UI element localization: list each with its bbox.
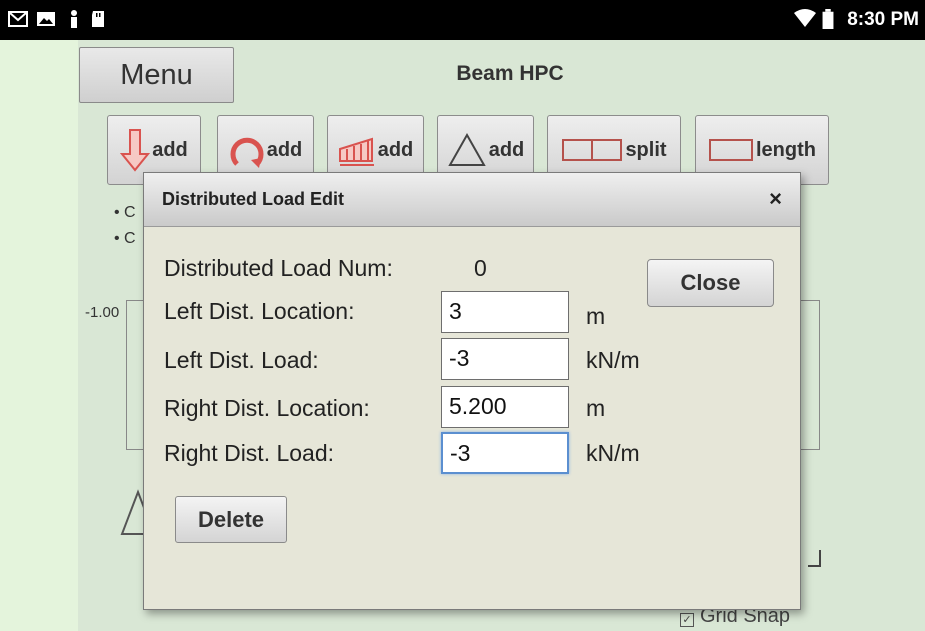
instruction-bullet-2: • C <box>114 230 136 247</box>
left-dist-location-unit: m <box>586 303 606 329</box>
add-point-load-label: add <box>152 138 188 161</box>
menu-button[interactable]: Menu <box>79 47 234 103</box>
right-dist-load-input[interactable]: -3 <box>441 432 569 474</box>
moment-load-icon <box>230 137 264 168</box>
image-icon <box>37 12 55 26</box>
left-dist-load-unit: kN/m <box>586 347 640 373</box>
left-dist-location-label: Left Dist. Location: <box>164 298 355 324</box>
load-num-value: 0 <box>474 255 487 281</box>
split-beam-icon <box>562 139 623 161</box>
add-support-label: add <box>488 138 525 161</box>
gmail-icon <box>8 11 28 27</box>
left-dist-location-input[interactable]: 3 <box>441 291 569 333</box>
delete-button[interactable]: Delete <box>175 496 287 543</box>
dialog-header: Distributed Load Edit × <box>144 173 800 227</box>
add-distributed-load-label: add <box>377 138 414 161</box>
beam-length-label: length <box>756 138 816 161</box>
sd-card-icon <box>92 11 104 27</box>
axis-left-label: -1.00 <box>85 304 120 321</box>
app-title: Beam HPC <box>456 62 564 85</box>
screen: 8:30 PM Menu Beam HPC add add add add sp… <box>0 0 925 631</box>
status-time: 8:30 PM <box>847 9 919 30</box>
close-button[interactable]: Close <box>647 259 774 307</box>
left-dist-load-label: Left Dist. Load: <box>164 347 319 373</box>
split-beam-label: split <box>625 138 667 161</box>
support-triangle-icon <box>448 132 486 166</box>
distributed-load-icon <box>338 137 374 166</box>
dialog-title: Distributed Load Edit <box>162 189 344 209</box>
point-load-icon <box>120 129 151 172</box>
check-icon: ✓ <box>680 613 694 627</box>
add-moment-load-label: add <box>266 138 303 161</box>
right-dist-load-label: Right Dist. Load: <box>164 440 335 466</box>
beam-length-icon <box>709 139 753 161</box>
instruction-bullet-1: • C <box>114 204 136 221</box>
right-dist-location-input[interactable]: 5.200 <box>441 386 569 428</box>
figure-icon <box>71 10 77 28</box>
right-dist-load-unit: kN/m <box>586 440 640 466</box>
wifi-icon <box>794 9 816 27</box>
right-dist-location-label: Right Dist. Location: <box>164 395 370 421</box>
battery-icon <box>822 9 834 29</box>
status-bar: 8:30 PM <box>0 0 925 40</box>
left-dist-load-input[interactable]: -3 <box>441 338 569 380</box>
right-dist-location-unit: m <box>586 395 606 421</box>
beam-end-marker <box>808 550 821 567</box>
close-icon[interactable]: × <box>769 186 782 212</box>
load-num-label: Distributed Load Num: <box>164 255 393 281</box>
distributed-load-edit-dialog: Distributed Load Edit × Distributed Load… <box>143 172 801 610</box>
